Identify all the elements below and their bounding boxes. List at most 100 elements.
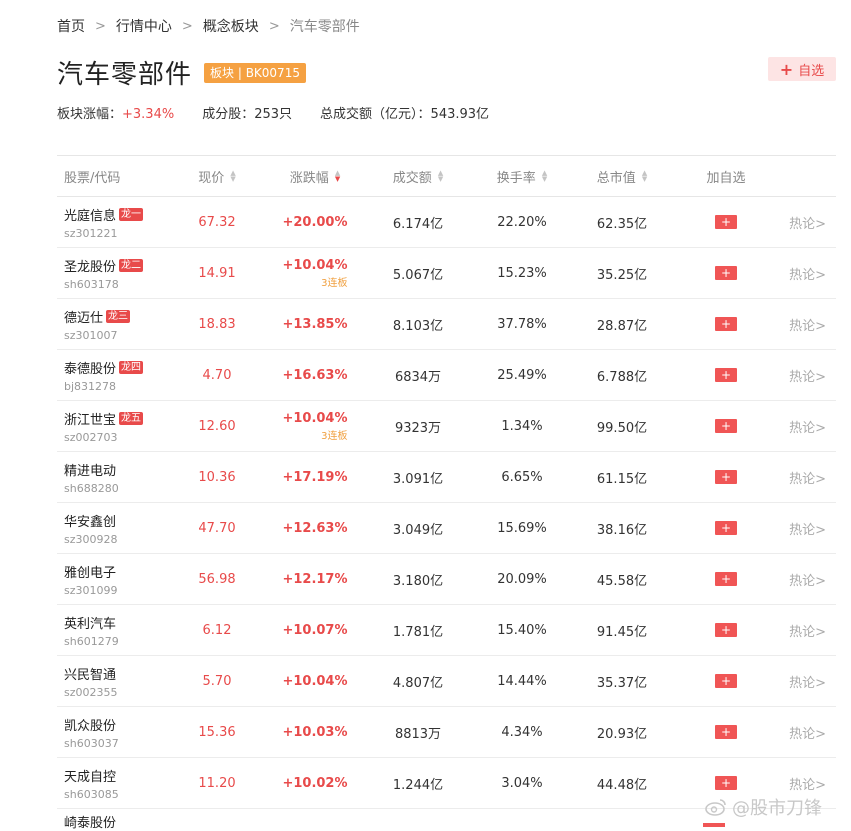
- stock-name[interactable]: 德迈仕: [64, 307, 103, 326]
- stock-name[interactable]: 光庭信息: [64, 205, 116, 224]
- add-watchlist-icon[interactable]: +: [715, 368, 737, 382]
- stock-cell[interactable]: 精进电动 sh688280: [57, 452, 177, 502]
- discuss-link[interactable]: 热论>: [789, 723, 826, 742]
- market-cap-cell: 35.37亿: [596, 675, 648, 691]
- amount-cell: 5.067亿: [392, 267, 444, 283]
- watchlist-cell: +: [663, 248, 789, 298]
- stock-code: sh603037: [64, 736, 119, 750]
- rank-badge: 龙三: [106, 309, 131, 323]
- market-cap-cell: 99.50亿: [596, 420, 648, 436]
- discuss-link[interactable]: 热论>: [789, 315, 826, 334]
- partial-add-icon[interactable]: [703, 823, 725, 827]
- discuss-link[interactable]: 热论>: [789, 264, 826, 283]
- title-row: 汽车零部件 板块 | BK00715: [57, 54, 306, 91]
- table-row[interactable]: 英利汽车 sh601279 6.12 +10.07% 1.781亿 15.40% 91.45…: [57, 605, 836, 656]
- stock-cell[interactable]: 华安鑫创 sz300928: [57, 503, 177, 553]
- add-watchlist-icon[interactable]: +: [715, 623, 737, 637]
- add-watchlist-icon[interactable]: +: [715, 725, 737, 739]
- stock-cell[interactable]: 浙江世宝 龙五 sz002703: [57, 401, 177, 451]
- add-watchlist-icon[interactable]: +: [715, 317, 737, 331]
- discuss-link[interactable]: 热论>: [789, 213, 826, 232]
- col-header-turnover[interactable]: 换手率 ▲ ▼: [463, 156, 581, 196]
- discuss-link[interactable]: 热论>: [789, 417, 826, 436]
- stock-cell[interactable]: 德迈仕 龙三 sz301007: [57, 299, 177, 349]
- table-row[interactable]: 德迈仕 龙三 sz301007 18.83 +13.85% 8.103亿 37.78% 28.…: [57, 299, 836, 350]
- stock-code: bj831278: [64, 379, 117, 393]
- breadcrumb-home[interactable]: 首页: [57, 16, 85, 36]
- col-header-amount[interactable]: 成交额 ▲ ▼: [373, 156, 463, 196]
- add-watchlist-icon[interactable]: +: [715, 470, 737, 484]
- stock-cell[interactable]: 光庭信息 龙一 sz301221: [57, 197, 177, 247]
- change-cell: +10.04% 3连板: [257, 248, 373, 298]
- table-row[interactable]: 浙江世宝 龙五 sz002703 12.60 +10.04% 3连板 9323万 1.34% 9…: [57, 401, 836, 452]
- amount-cell: 3.091亿: [392, 471, 444, 487]
- chevron-right-icon: >: [815, 675, 826, 691]
- breadcrumb-market-center[interactable]: 行情中心: [116, 16, 172, 36]
- weibo-icon: [705, 799, 726, 816]
- discuss-link[interactable]: 热论>: [789, 366, 826, 385]
- breadcrumb-concept-sector[interactable]: 概念板块: [203, 16, 259, 36]
- discuss-link[interactable]: 热论>: [789, 774, 826, 793]
- component-count: 成分股：253只: [202, 107, 293, 122]
- stock-name[interactable]: 兴民智通: [64, 664, 116, 683]
- change-cell: +13.85%: [257, 299, 373, 349]
- table-row[interactable]: 凯众股份 sh603037 15.36 +10.03% 8813万 4.34% 20.93亿…: [57, 707, 836, 758]
- market-cap-cell: 20.93亿: [596, 726, 648, 742]
- stock-name[interactable]: 雅创电子: [64, 562, 116, 581]
- stock-name[interactable]: 精进电动: [64, 460, 116, 479]
- watchlist-cell: +: [663, 401, 789, 451]
- add-watchlist-icon[interactable]: +: [715, 521, 737, 535]
- chevron-right-icon: >: [268, 18, 280, 34]
- price-cell: 18.83: [198, 316, 236, 332]
- stock-name[interactable]: 圣龙股份: [64, 256, 116, 275]
- price-cell: 4.70: [202, 367, 232, 383]
- stock-name[interactable]: 泰德股份: [64, 358, 116, 377]
- table-row[interactable]: 泰德股份 龙四 bj831278 4.70 +16.63% 6834万 25.49% 6.78…: [57, 350, 836, 401]
- stock-name[interactable]: 凯众股份: [64, 715, 116, 734]
- add-watchlist-icon[interactable]: +: [715, 572, 737, 586]
- stock-cell[interactable]: 天成自控 sh603085: [57, 758, 177, 808]
- turnover-cell: 15.23%: [497, 265, 547, 281]
- table-row[interactable]: 雅创电子 sz301099 56.98 +12.17% 3.180亿 20.09% 45.5…: [57, 554, 836, 605]
- stock-cell[interactable]: 英利汽车 sh601279: [57, 605, 177, 655]
- stock-cell[interactable]: 凯众股份 sh603037: [57, 707, 177, 757]
- partial-row-name: 崎泰股份: [64, 816, 117, 831]
- add-watchlist-icon[interactable]: +: [715, 266, 737, 280]
- sort-icon: ▲ ▼: [230, 169, 236, 183]
- add-watchlist-icon[interactable]: +: [715, 215, 737, 229]
- col-header-change[interactable]: 涨跌幅 ▲ ▼: [257, 156, 373, 196]
- chevron-right-icon: >: [815, 573, 826, 589]
- market-cap-cell: 45.58亿: [596, 573, 648, 589]
- chevron-right-icon: >: [815, 726, 826, 742]
- col-header-price[interactable]: 现价 ▲ ▼: [177, 156, 257, 196]
- add-watchlist-icon[interactable]: +: [715, 776, 737, 790]
- col-header-discuss: [789, 156, 836, 196]
- stock-cell[interactable]: 雅创电子 sz301099: [57, 554, 177, 604]
- stock-name[interactable]: 华安鑫创: [64, 511, 116, 530]
- add-watchlist-icon[interactable]: +: [715, 419, 737, 433]
- stock-name[interactable]: 天成自控: [64, 766, 116, 785]
- discuss-link[interactable]: 热论>: [789, 672, 826, 691]
- discuss-link[interactable]: 热论>: [789, 621, 826, 640]
- col-header-market-cap[interactable]: 总市值 ▲ ▼: [581, 156, 663, 196]
- stock-cell[interactable]: 兴民智通 sz002355: [57, 656, 177, 706]
- table-row[interactable]: 光庭信息 龙一 sz301221 67.32 +20.00% 6.174亿 22.20% 62…: [57, 197, 836, 248]
- watchlist-cell: +: [663, 503, 789, 553]
- table-row[interactable]: 兴民智通 sz002355 5.70 +10.04% 4.807亿 14.44% 35.37…: [57, 656, 836, 707]
- stock-cell[interactable]: 泰德股份 龙四 bj831278: [57, 350, 177, 400]
- table-row[interactable]: 圣龙股份 龙二 sh603178 14.91 +10.04% 3连板 5.067亿 15.23…: [57, 248, 836, 299]
- stock-name[interactable]: 英利汽车: [64, 613, 116, 632]
- watermark-text: @股市刀锋: [732, 798, 822, 819]
- table-row[interactable]: 精进电动 sh688280 10.36 +17.19% 3.091亿 6.65% 61.15…: [57, 452, 836, 503]
- discuss-link[interactable]: 热论>: [789, 468, 826, 487]
- watchlist-cell: +: [663, 197, 789, 247]
- table-row[interactable]: 华安鑫创 sz300928 47.70 +12.63% 3.049亿 15.69% 38.1…: [57, 503, 836, 554]
- turnover-cell: 37.78%: [497, 316, 547, 332]
- stock-cell[interactable]: 圣龙股份 龙二 sh603178: [57, 248, 177, 298]
- discuss-cell: 热论>: [789, 605, 836, 655]
- add-watchlist-button[interactable]: + 自选: [768, 57, 836, 81]
- discuss-link[interactable]: 热论>: [789, 519, 826, 538]
- discuss-link[interactable]: 热论>: [789, 570, 826, 589]
- add-watchlist-icon[interactable]: +: [715, 674, 737, 688]
- stock-name[interactable]: 浙江世宝: [64, 409, 116, 428]
